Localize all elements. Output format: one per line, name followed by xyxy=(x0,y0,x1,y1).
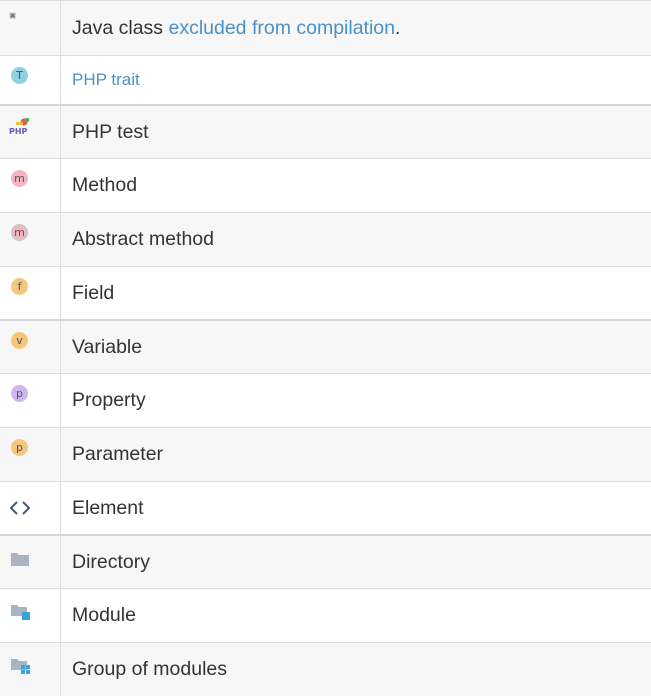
icon-cell xyxy=(0,643,61,696)
icon-cell xyxy=(0,536,61,588)
table-row: PHP PHP test xyxy=(0,106,651,159)
php-test-icon: PHP xyxy=(9,117,30,136)
php-trait-link[interactable]: PHP trait xyxy=(72,70,140,90)
icon-glyph: p xyxy=(16,387,23,400)
icon-cell: p xyxy=(0,428,61,481)
row-label: Group of modules xyxy=(72,658,228,680)
element-icon xyxy=(10,501,30,515)
variable-icon: v xyxy=(11,332,28,349)
table-row: m Abstract method xyxy=(0,213,651,267)
table-row: Java class excluded from compilation. xyxy=(0,1,651,56)
row-label: Field xyxy=(72,281,115,304)
icon-legend-table: Java class excluded from compilation. T … xyxy=(0,0,651,696)
row-label: Element xyxy=(72,496,144,519)
row-text: PHP trait xyxy=(61,56,651,104)
icon-cell xyxy=(0,589,61,642)
row-text: Property xyxy=(61,374,651,427)
row-label: Method xyxy=(72,174,138,196)
icon-glyph: m xyxy=(14,172,25,185)
icon-cell: PHP xyxy=(0,106,61,158)
table-row: Module xyxy=(0,589,651,643)
table-row: p Parameter xyxy=(0,428,651,482)
directory-icon xyxy=(11,553,29,566)
excluded-from-compilation-link[interactable]: excluded from compilation xyxy=(168,17,395,40)
table-row: Element xyxy=(0,482,651,536)
icon-cell: T xyxy=(0,56,61,104)
field-icon: f xyxy=(11,278,28,295)
table-row: v Variable xyxy=(0,321,651,374)
table-row: f Field xyxy=(0,267,651,321)
icon-glyph: f xyxy=(17,280,22,293)
icon-glyph: v xyxy=(16,334,23,347)
icon-cell xyxy=(0,482,61,534)
row-text: PHP test xyxy=(61,106,651,158)
row-label: PHP test xyxy=(72,120,149,143)
row-text: Abstract method xyxy=(61,213,651,266)
row-label: Module xyxy=(72,604,136,626)
table-row: Directory xyxy=(0,536,651,589)
icon-glyph: T xyxy=(16,69,23,82)
table-row: m Method xyxy=(0,159,651,213)
row-text: Group of modules xyxy=(61,643,651,696)
row-label: Property xyxy=(72,389,146,411)
icon-cell: m xyxy=(0,159,61,212)
row-text: Method xyxy=(61,159,651,212)
parameter-icon: p xyxy=(11,439,28,456)
property-icon: p xyxy=(11,385,28,402)
row-text: Element xyxy=(61,482,651,534)
table-row: T PHP trait xyxy=(0,56,651,106)
abstract-method-icon: m xyxy=(11,224,28,241)
icon-glyph: m xyxy=(14,226,25,239)
icon-cell: p xyxy=(0,374,61,427)
table-row: p Property xyxy=(0,374,651,428)
row-text: Module xyxy=(61,589,651,642)
row-text: Field xyxy=(61,267,651,319)
icon-glyph: p xyxy=(16,441,23,454)
row-text: Java class excluded from compilation. xyxy=(61,1,651,55)
icon-cell: f xyxy=(0,267,61,319)
icon-cell: v xyxy=(0,321,61,373)
row-label-suffix: . xyxy=(395,16,401,39)
row-label: Abstract method xyxy=(72,228,214,250)
table-row: Group of modules xyxy=(0,643,651,696)
row-text: Variable xyxy=(61,321,651,373)
svg-text:PHP: PHP xyxy=(9,127,28,136)
excluded-java-class-icon xyxy=(9,12,16,19)
row-label: Directory xyxy=(72,550,151,573)
group-of-modules-icon xyxy=(11,659,30,674)
row-label: Variable xyxy=(72,335,143,358)
module-icon xyxy=(11,605,30,620)
method-icon: m xyxy=(11,170,28,187)
row-text: Directory xyxy=(61,536,651,588)
row-text: Parameter xyxy=(61,428,651,481)
php-trait-icon: T xyxy=(11,67,28,84)
icon-cell: m xyxy=(0,213,61,266)
row-label-prefix: Java class xyxy=(72,16,164,39)
icon-cell xyxy=(0,1,61,55)
row-label: Parameter xyxy=(72,443,164,465)
